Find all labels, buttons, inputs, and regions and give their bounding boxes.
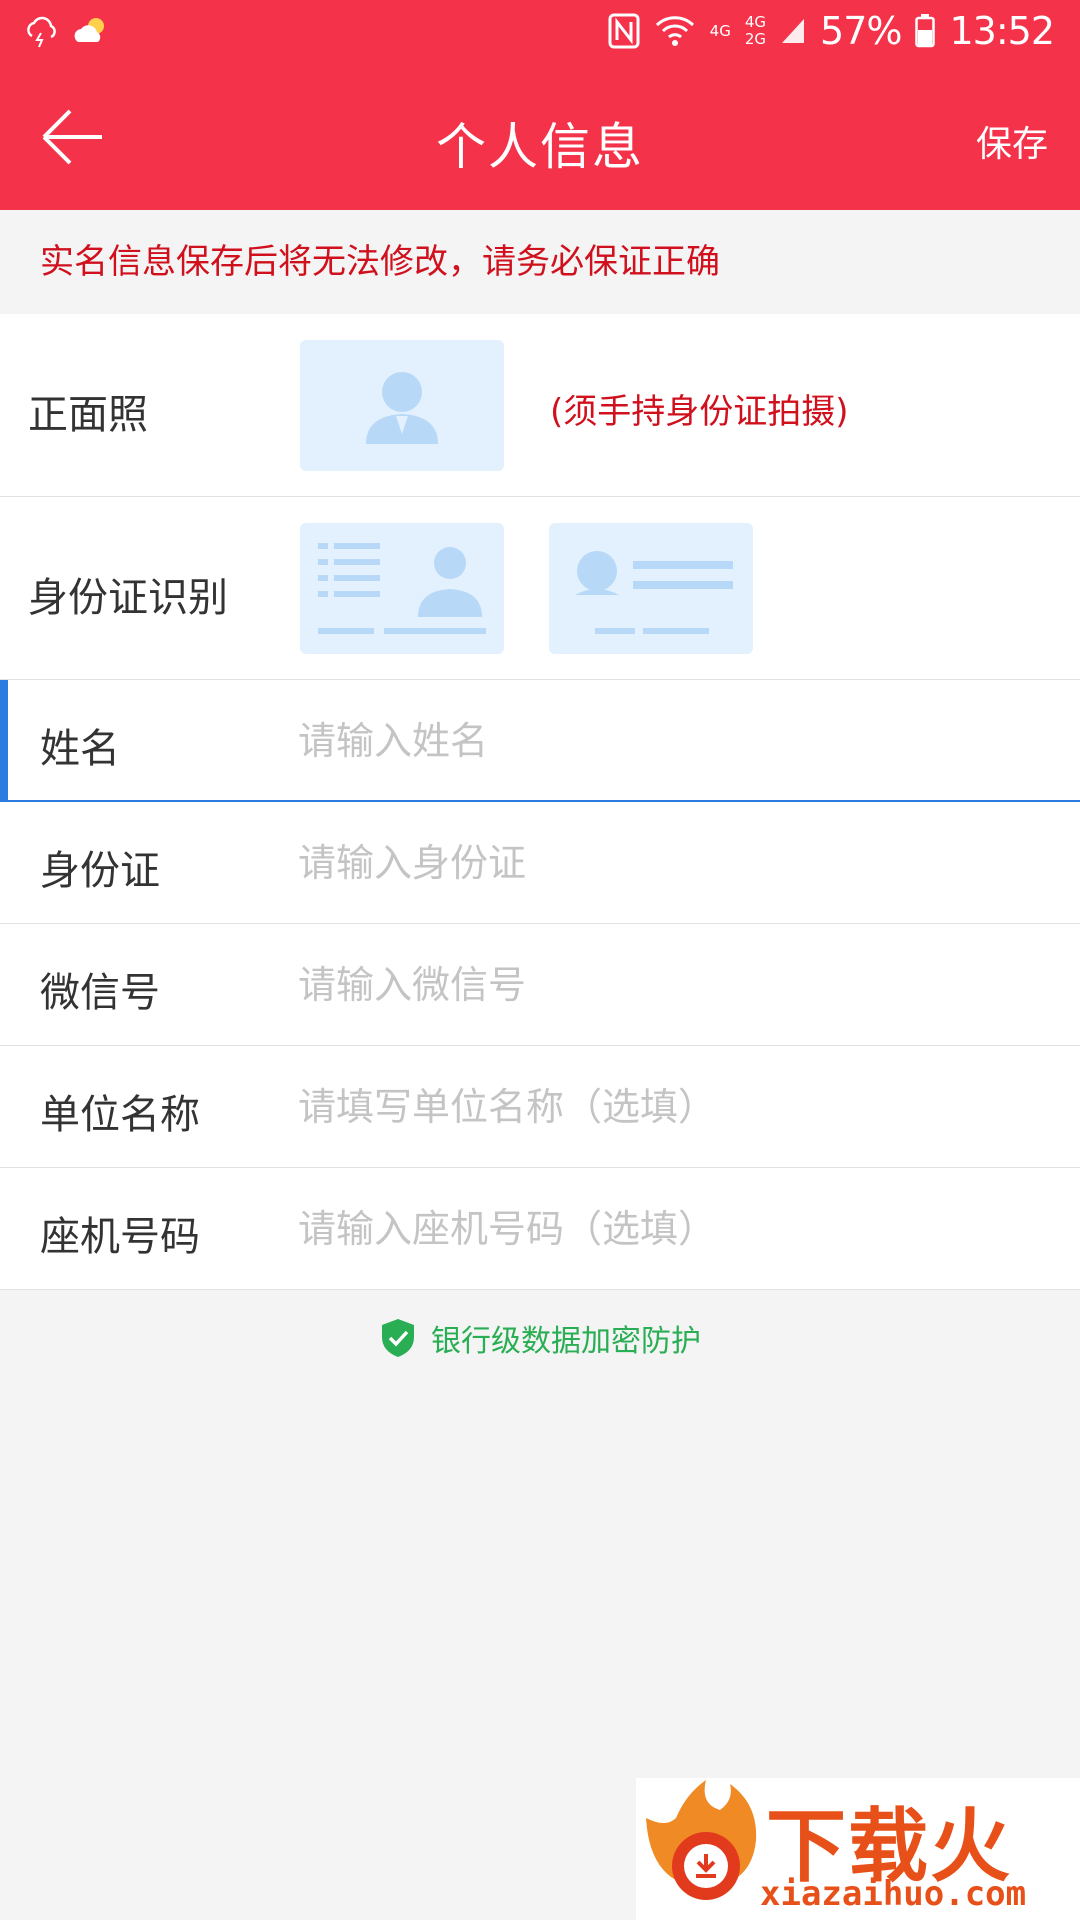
wechat-input[interactable] [298,954,1038,1016]
id-card-back-upload[interactable] [549,523,753,654]
name-label: 姓名 [40,726,120,772]
battery-icon [915,14,936,48]
id-number-label: 身份证 [40,848,160,894]
clock: 13:52 [949,9,1055,53]
flame-logo-icon [646,1780,757,1900]
front-photo-label: 正面照 [28,392,148,438]
company-label: 单位名称 [40,1092,200,1138]
signal-icon [782,19,805,43]
page-title: 个人信息 [436,118,644,176]
front-photo-row: 正面照 (须手持身份证拍摄) [0,314,1080,497]
landline-input[interactable] [298,1198,1038,1260]
network-type: 4G [709,21,731,40]
dual-network: 4G 2G [745,14,766,48]
id-card-back-icon [575,551,733,634]
weather-storm-icon [27,16,56,48]
notice-banner: 实名信息保存后将无法修改，请务必保证正确 [0,210,1080,314]
id-number-row: 身份证 [0,802,1080,924]
id-scan-row: 身份证识别 [0,497,1080,680]
status-bar: 4G 4G 2G 57% 13:52 [0,0,1080,63]
battery-percent: 57% [820,9,902,53]
front-photo-upload[interactable] [300,340,504,471]
landline-label: 座机号码 [40,1214,200,1260]
weather-cloudy-sun-icon [74,18,104,42]
focus-indicator [0,680,8,800]
company-input[interactable] [298,1076,1038,1138]
wifi-icon [655,16,694,46]
shield-check-icon [382,1319,414,1357]
company-row: 单位名称 [0,1046,1080,1168]
landline-row: 座机号码 [0,1168,1080,1290]
security-note: 银行级数据加密防护 [0,1316,1080,1360]
id-card-front-upload[interactable] [300,523,504,654]
nfc-icon [608,13,640,49]
id-scan-label: 身份证识别 [28,575,228,621]
watermark-site: xiazaihuo.com [760,1874,1027,1914]
watermark: 下载火 xiazaihuo.com [636,1778,1080,1920]
name-input[interactable] [298,710,1038,772]
save-button[interactable]: 保存 [976,115,1048,167]
id-card-front-icon [318,543,486,634]
wechat-row: 微信号 [0,924,1080,1046]
network-type-sim2: 2G [744,30,767,48]
avatar-placeholder-icon [366,372,438,444]
app-bar: 个人信息 保存 [0,63,1080,210]
wechat-label: 微信号 [40,970,160,1016]
name-row: 姓名 [0,680,1080,802]
network-type-sim1: 4G [744,13,767,31]
id-number-input[interactable] [298,832,1038,894]
front-photo-hint: (须手持身份证拍摄) [550,392,849,432]
security-note-text: 银行级数据加密防护 [431,1324,701,1359]
personal-info-form: 正面照 (须手持身份证拍摄) 身份证识别 姓名 请输入姓名 身份证 请输入身份证… [0,314,1080,1290]
